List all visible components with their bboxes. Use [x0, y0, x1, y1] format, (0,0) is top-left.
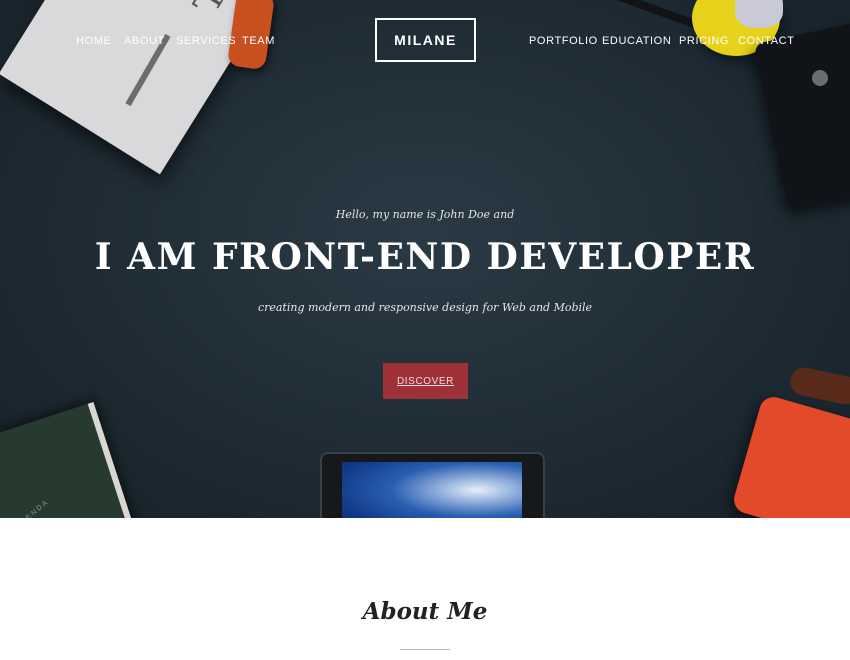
agenda-book-image: ENDA: [0, 402, 140, 518]
nav-pricing[interactable]: PRICING: [679, 35, 729, 47]
site-logo[interactable]: MILANE: [375, 18, 476, 62]
phone-image: [730, 393, 850, 518]
nav-services[interactable]: SERVICES: [176, 35, 236, 47]
nav-team[interactable]: TEAM: [242, 35, 275, 47]
nav-contact[interactable]: CONTACT: [738, 35, 795, 47]
hero-intro-text: Hello, my name is John Doe and: [335, 208, 515, 221]
section-divider: [400, 649, 450, 650]
hero-title: I AM FRONT-END DEVELOPER: [94, 236, 756, 278]
hero-section: UL ENDA HOME ABOUT SERVICES TEAM MILANE …: [0, 0, 850, 518]
main-nav: HOME ABOUT SERVICES TEAM MILANE PORTFOLI…: [0, 0, 850, 80]
nav-education[interactable]: EDUCATION: [602, 35, 671, 47]
about-section-title: About Me: [362, 598, 488, 625]
nav-about[interactable]: ABOUT: [124, 35, 165, 47]
hero-subtitle: creating modern and responsive design fo…: [257, 301, 593, 314]
tablet-screen-image: [342, 462, 522, 518]
nav-home[interactable]: HOME: [76, 35, 111, 47]
wooden-knob-image: [787, 365, 850, 407]
discover-button[interactable]: DISCOVER: [383, 363, 468, 399]
nav-portfolio[interactable]: PORTFOLIO: [529, 35, 598, 47]
